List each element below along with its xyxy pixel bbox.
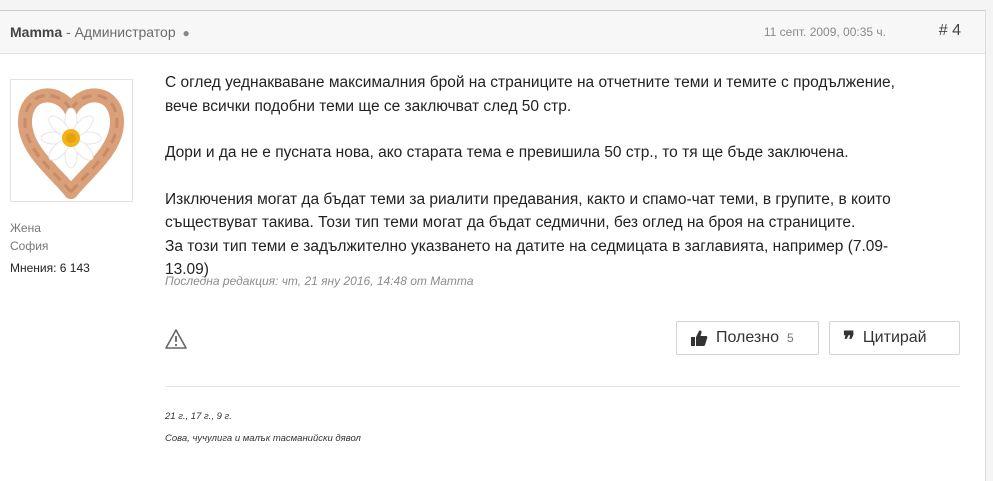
thumbs-up-icon xyxy=(691,330,708,346)
quote-button[interactable]: ❞ Цитирай xyxy=(829,321,960,355)
author-role: Администратор xyxy=(74,24,176,40)
post-date: 11 септ. 2009, 00:35 ч. xyxy=(763,25,886,39)
author-name[interactable]: Mamma xyxy=(10,24,62,40)
post-body: С оглед уеднакваване максималния брой на… xyxy=(165,71,925,282)
post-author: Mamma - Администратор ● xyxy=(10,24,190,40)
profile-city: София xyxy=(10,239,49,253)
like-button[interactable]: Полезно 5 xyxy=(676,321,819,355)
post-paragraph: Дори и да не е пусната нова, ако старата… xyxy=(165,144,849,161)
post-paragraph: С оглед уеднакваване максималния брой на… xyxy=(165,74,895,115)
quote-icon: ❞ xyxy=(843,327,855,353)
warning-icon xyxy=(165,329,187,349)
profile-gender: Жена xyxy=(10,221,41,235)
signature-divider xyxy=(165,386,960,387)
signature-line: Сова, чучулига и малък тасманийски дявол xyxy=(165,433,361,444)
report-warning-icon[interactable] xyxy=(165,328,187,350)
post-permalink[interactable]: # 4 xyxy=(939,22,961,40)
forum-post: Mamma - Администратор ● 11 септ. 2009, 0… xyxy=(0,10,986,481)
like-label: Полезно xyxy=(716,329,779,346)
quote-label: Цитирай xyxy=(862,329,927,346)
profile-posts-count: Мнения: 6 143 xyxy=(10,261,90,275)
signature-line: 21 г., 17 г., 9 г. xyxy=(165,411,232,422)
author-separator: - xyxy=(62,24,75,40)
online-status-icon: ● xyxy=(182,26,190,40)
post-paragraph: Изключения могат да бъдат теми за риалит… xyxy=(165,190,891,232)
post-header: Mamma - Администратор ● 11 септ. 2009, 0… xyxy=(0,11,985,54)
heart-hands-daisy-icon xyxy=(11,80,132,201)
avatar[interactable] xyxy=(10,79,133,202)
last-edited-note: Последна редакция: чт, 21 яну 2016, 14:4… xyxy=(165,274,474,288)
like-count: 5 xyxy=(787,331,794,345)
